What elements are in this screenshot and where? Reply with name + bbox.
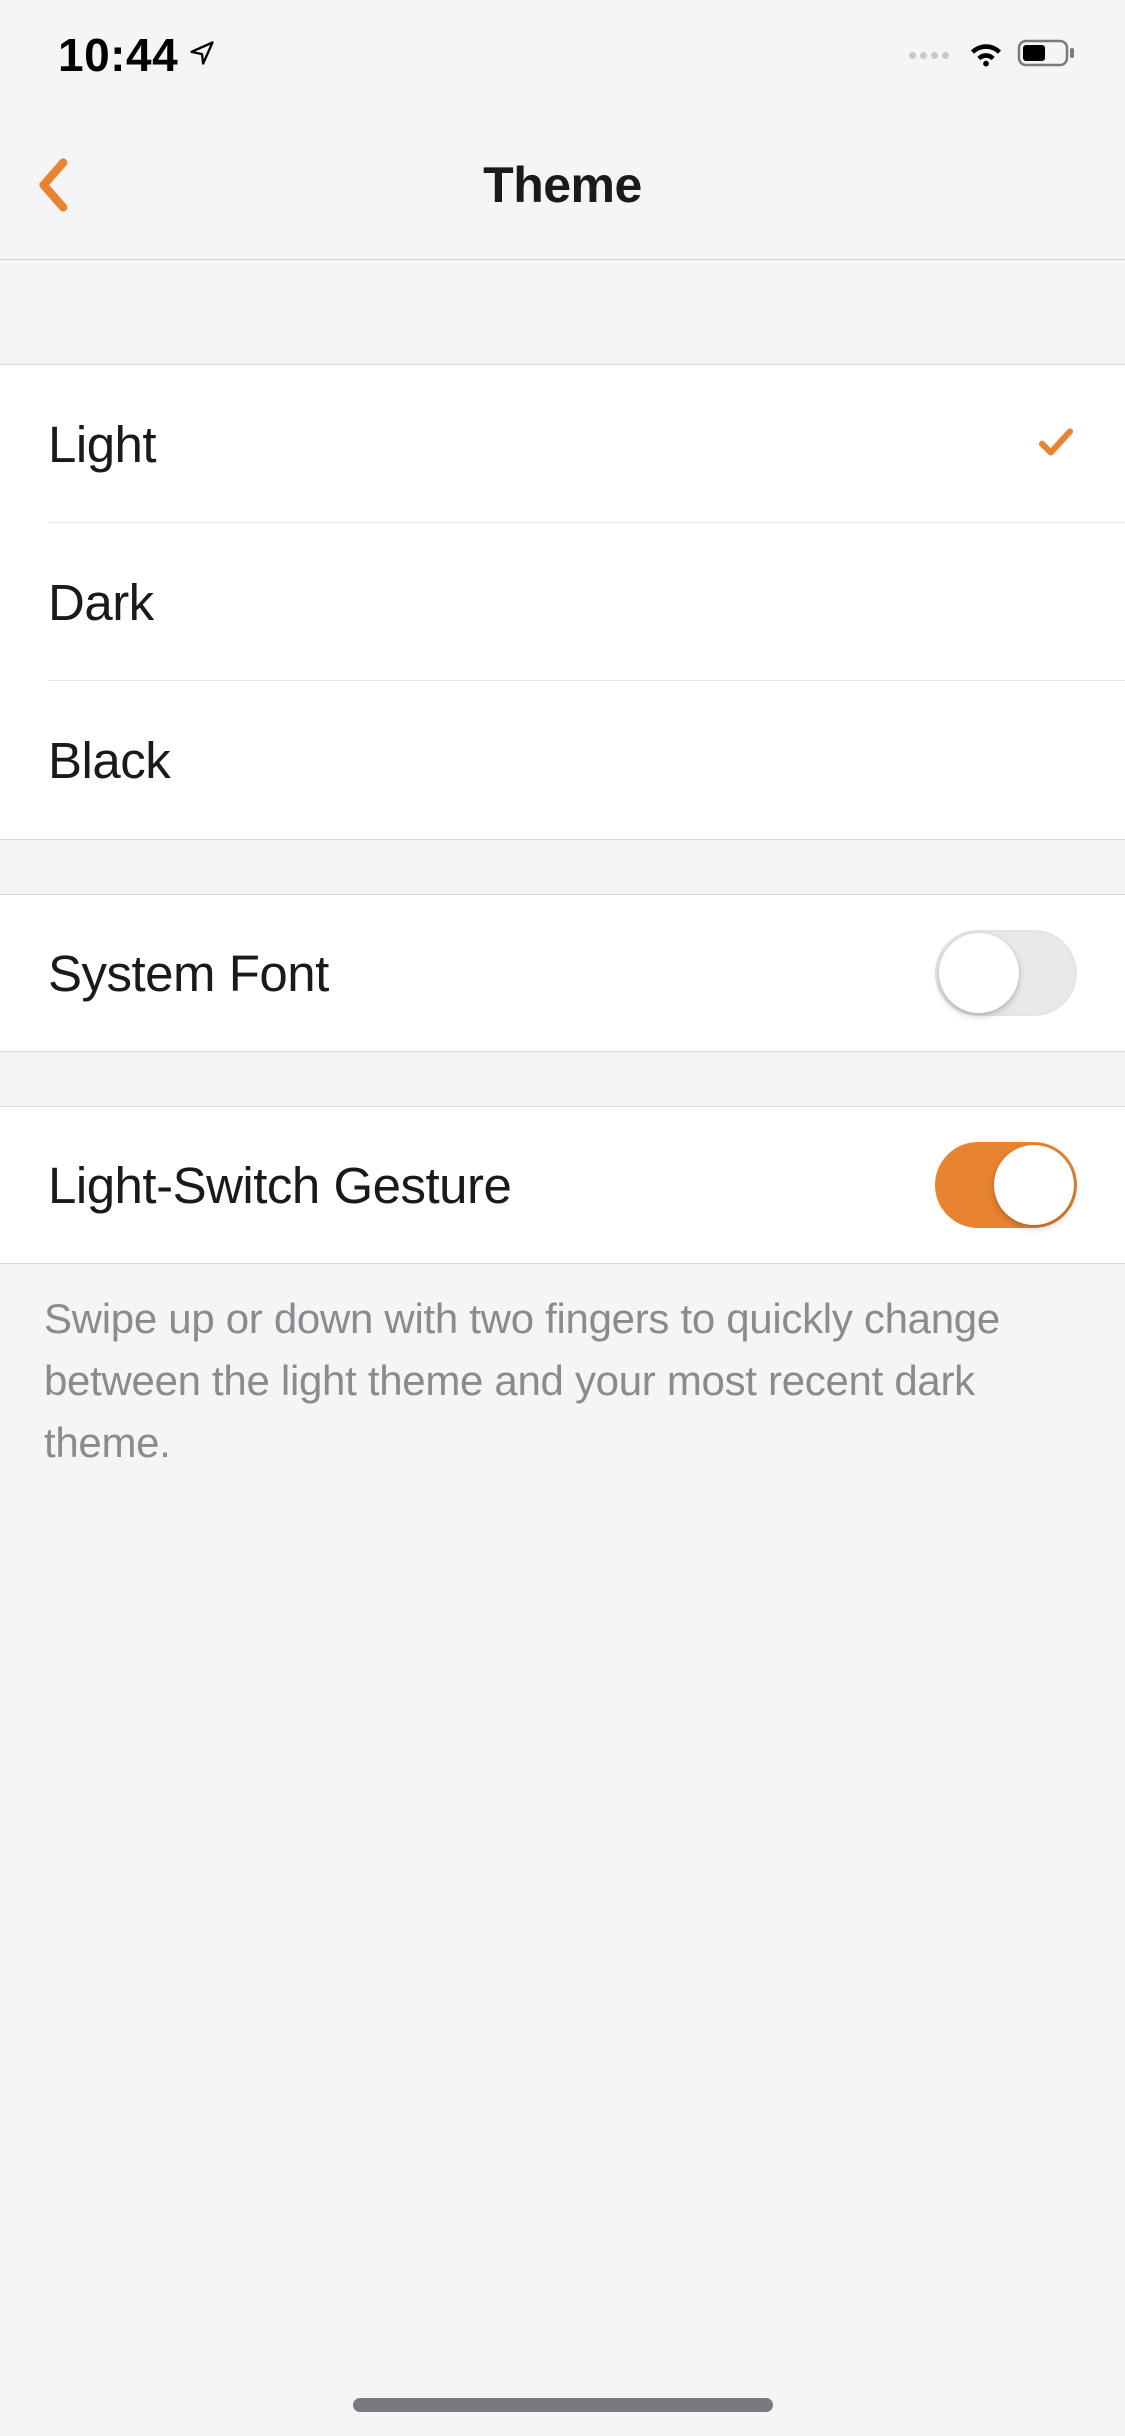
theme-option-label: Dark	[48, 573, 154, 632]
system-font-label: System Font	[48, 944, 329, 1003]
navigation-bar: Theme	[0, 110, 1125, 260]
location-services-icon	[188, 39, 216, 72]
chevron-left-icon	[35, 157, 69, 213]
cellular-signal-icon	[909, 52, 949, 59]
system-font-row[interactable]: System Font	[0, 895, 1125, 1051]
theme-option-label: Black	[48, 731, 170, 790]
theme-option-dark[interactable]: Dark	[0, 523, 1125, 681]
light-switch-toggle[interactable]	[935, 1142, 1077, 1228]
battery-icon	[1017, 39, 1077, 72]
system-font-section: System Font	[0, 894, 1125, 1052]
wifi-icon	[967, 38, 1005, 73]
checkmark-icon	[1035, 421, 1077, 468]
light-switch-row[interactable]: Light-Switch Gesture	[0, 1107, 1125, 1263]
home-indicator[interactable]	[353, 2398, 773, 2412]
theme-option-black[interactable]: Black	[0, 681, 1125, 839]
status-time: 10:44	[58, 28, 178, 82]
back-button[interactable]	[22, 155, 82, 215]
theme-selection-section: Light Dark Black	[0, 364, 1125, 840]
light-switch-section: Light-Switch Gesture	[0, 1106, 1125, 1264]
system-font-toggle[interactable]	[935, 930, 1077, 1016]
light-switch-label: Light-Switch Gesture	[48, 1156, 511, 1215]
status-bar: 10:44	[0, 0, 1125, 110]
theme-option-light[interactable]: Light	[0, 365, 1125, 523]
theme-option-label: Light	[48, 415, 156, 474]
light-switch-description: Swipe up or down with two fingers to qui…	[0, 1264, 1125, 1498]
page-title: Theme	[483, 156, 642, 214]
